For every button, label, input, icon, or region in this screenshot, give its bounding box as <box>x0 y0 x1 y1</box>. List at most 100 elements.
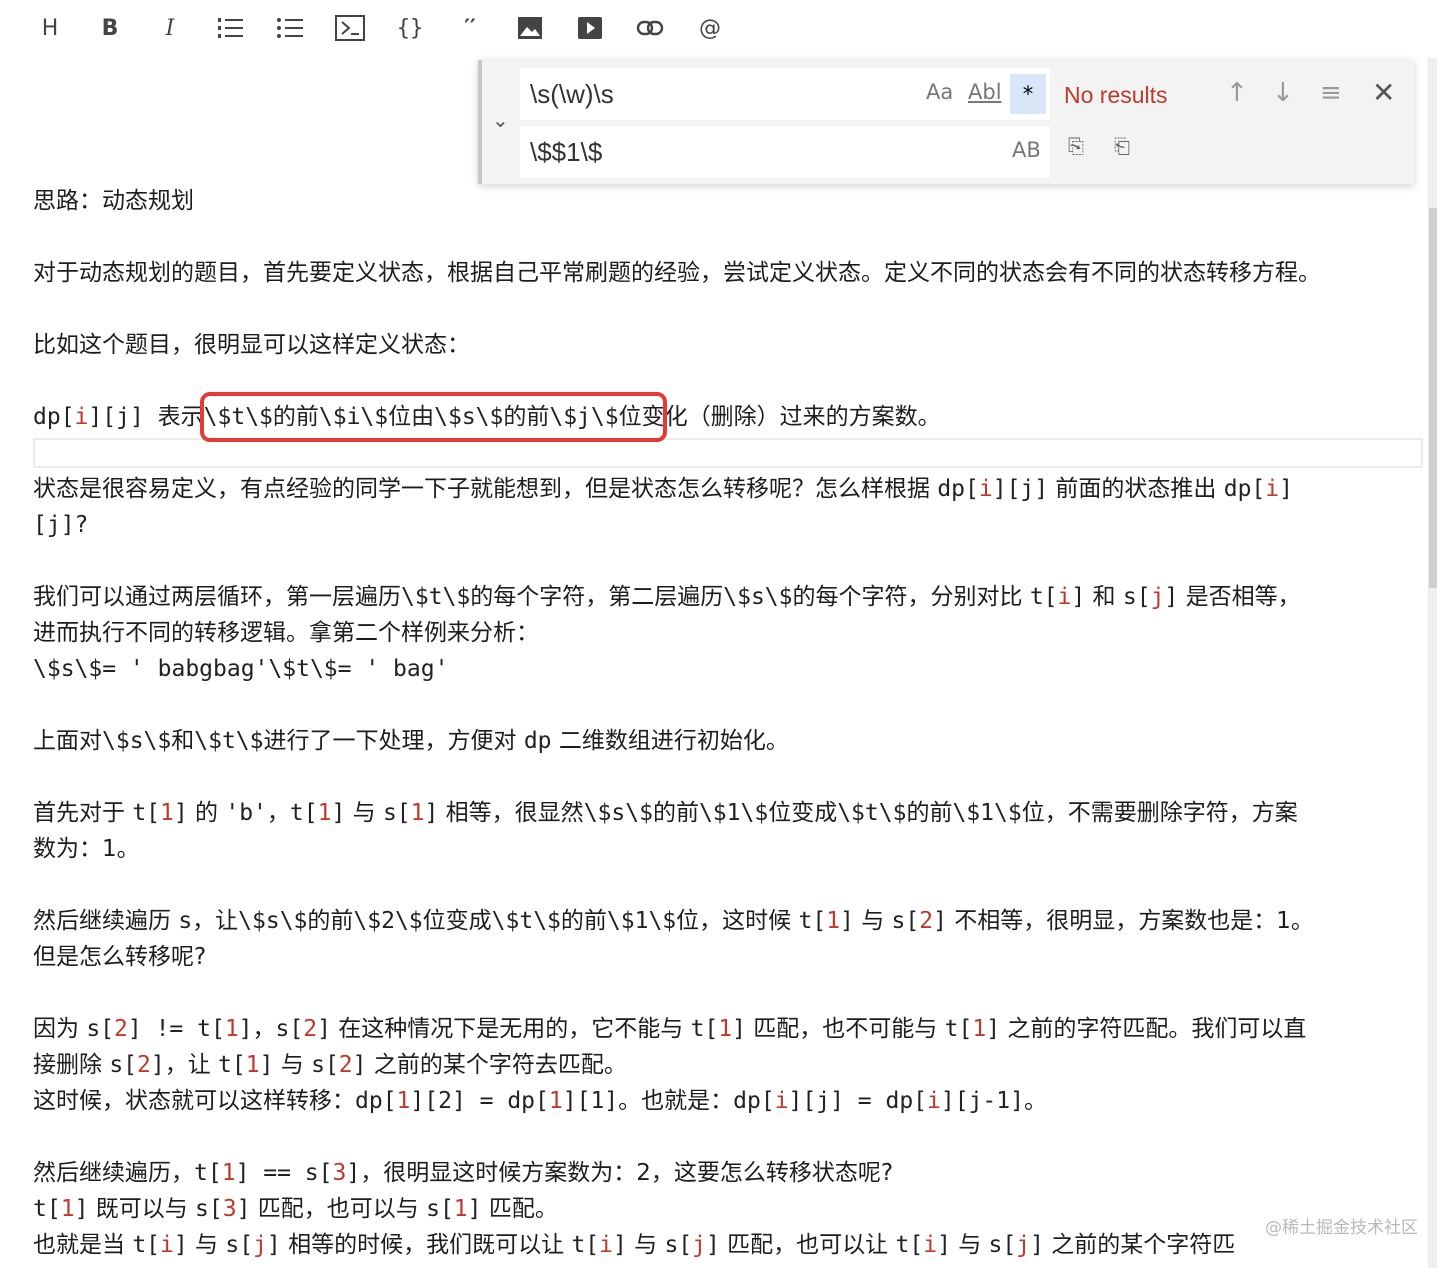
text-segment: 1 <box>718 1016 733 1042</box>
text-segment: i <box>927 1088 941 1114</box>
annotation-highlight-box <box>200 392 667 442</box>
text-segment: dp <box>523 728 552 754</box>
text-segment: 的前 <box>560 908 607 934</box>
paragraph-9-line-3: 这时候，状态就可以这样转移：dp[1][2] = dp[1][1]。也就是：dp… <box>33 1083 1047 1119</box>
text-segment: t[ <box>690 1016 719 1042</box>
close-find-button[interactable]: ✕ <box>1372 76 1395 109</box>
terminal-icon <box>335 15 365 41</box>
find-in-selection-button[interactable]: ≡ <box>1320 78 1342 108</box>
text-segment: 表示 <box>157 404 204 430</box>
text-segment: \$2\$ <box>353 908 423 934</box>
heading-button[interactable]: H <box>34 12 66 44</box>
text-segment: 与 <box>187 1232 226 1258</box>
text-segment: dp[ <box>33 404 75 430</box>
text-segment: ][2] = dp[ <box>410 1088 549 1114</box>
paragraph-5-line-2: 进而执行不同的转移逻辑。拿第二个样例来分析： <box>33 620 539 646</box>
toggle-replace-chevron-icon[interactable]: ⌄ <box>492 108 509 132</box>
text-segment: 这时候，状态就可以这样转移： <box>33 1088 355 1114</box>
text-segment: ] <box>352 1052 367 1078</box>
text-segment: ] <box>937 1232 951 1258</box>
paragraph-6: 上面对\$s\$和\$t\$进行了一下处理，方便对 dp 二维数组进行初始化。 <box>33 723 789 759</box>
regex-icon: * <box>1022 82 1034 106</box>
text-segment: 之前的某个字符匹 <box>1043 1232 1236 1258</box>
text-segment: ] <box>346 1160 361 1186</box>
inline-code-button[interactable]: {} <box>394 12 426 44</box>
text-segment: ][j] = dp[ <box>788 1088 928 1114</box>
doc-title-line: 思路：动态规划 <box>33 188 194 214</box>
replace-all-button[interactable]: ⎗ <box>1114 134 1130 158</box>
paragraph-8-line-2: 但是怎么转移呢? <box>33 944 207 970</box>
text-segment: ] <box>236 1196 251 1222</box>
replace-input[interactable]: \$$1\$ AB <box>520 126 1050 178</box>
text-segment: ] <box>424 800 439 826</box>
text-segment: 3 <box>222 1196 237 1222</box>
replace-one-button[interactable]: ⎘ <box>1068 134 1084 158</box>
paragraph-10-line-1: 然后继续遍历，t[1] == s[3]，很明显这时候方案数为：2，这要怎么转移状… <box>33 1155 893 1191</box>
whole-word-toggle[interactable]: Abl <box>968 80 1002 104</box>
text-segment: 1 <box>548 1088 563 1114</box>
text-segment: ] <box>150 1052 165 1078</box>
code-block-button[interactable] <box>334 12 366 44</box>
text-segment: ] <box>1279 476 1293 502</box>
link-button[interactable] <box>634 12 666 44</box>
text-segment: ] <box>612 1232 627 1258</box>
text-segment: t[ <box>289 800 318 826</box>
next-match-button[interactable]: ↓ <box>1272 78 1294 108</box>
text-segment: 和 <box>171 728 195 754</box>
text-segment: i <box>978 476 993 502</box>
text-segment: \$s\$ <box>583 800 653 826</box>
quote-button[interactable]: ′′ <box>454 12 486 44</box>
video-button[interactable] <box>574 12 606 44</box>
text-segment: 不相等，很明显，方案数也是：1。 <box>946 908 1314 934</box>
text-segment: s[ <box>225 1232 254 1258</box>
text-segment: 与 <box>853 908 892 934</box>
paragraph-4-line-2: [j]? <box>33 512 89 538</box>
text-segment: 的每个字符，第二层遍历 <box>470 584 724 610</box>
text-segment: 相等，很显然 <box>438 800 584 826</box>
ordered-list-button[interactable] <box>214 12 246 44</box>
unordered-list-button[interactable] <box>274 12 306 44</box>
text-segment: i <box>160 1232 174 1258</box>
text-segment: 匹配，也可以与 <box>250 1196 427 1222</box>
text-segment: ，很明显这时候方案数为：2，这要怎么转移状态呢? <box>360 1160 894 1186</box>
video-icon <box>578 17 602 39</box>
text-segment: 。 <box>1023 1088 1047 1114</box>
text-segment: ] <box>259 1052 274 1078</box>
text-segment: 的前 <box>906 800 953 826</box>
text-segment: j <box>1016 1232 1031 1258</box>
match-case-toggle[interactable]: Aa <box>926 80 953 104</box>
find-input[interactable]: \s(\w)\s Aa Abl * <box>520 68 1050 120</box>
previous-match-button[interactable]: ↑ <box>1226 78 1248 108</box>
text-segment: 是否相等， <box>1178 584 1301 610</box>
text-segment: 首先对于 <box>33 800 133 826</box>
text-segment: ] <box>986 1016 1001 1042</box>
text-segment: \$t\$ <box>837 800 907 826</box>
image-button[interactable] <box>514 12 546 44</box>
text-segment: \$s\$ <box>102 728 172 754</box>
text-segment: s[ <box>426 1196 454 1222</box>
text-segment: ] <box>331 800 346 826</box>
regex-toggle[interactable]: * <box>1010 74 1046 114</box>
paragraph-9-line-2: 接删除 s[2]，让 t[1] 与 s[2] 之前的某个字符去匹配。 <box>33 1047 627 1083</box>
italic-button[interactable]: I <box>154 12 186 44</box>
text-segment: t[ <box>33 1196 61 1222</box>
text-segment: \$s\$ <box>238 908 308 934</box>
paragraph-2: 比如这个题目，很明显可以这样定义状态： <box>33 332 470 358</box>
unordered-list-icon <box>277 18 303 38</box>
text-segment: dp[ <box>733 1088 775 1114</box>
text-segment: s[ <box>664 1232 693 1258</box>
text-segment: 相等的时候，我们既可以让 <box>280 1232 572 1258</box>
bold-button[interactable]: B <box>94 12 126 44</box>
preserve-case-toggle[interactable]: AB <box>1012 138 1041 162</box>
text-segment: 1 <box>245 1052 260 1078</box>
mention-button[interactable]: @ <box>694 12 726 44</box>
scrollbar[interactable] <box>1428 58 1437 1268</box>
paragraph-8-line-1: 然后继续遍历 s，让\$s\$的前\$2\$位变成\$t\$的前\$1\$位，这… <box>33 903 1314 939</box>
text-segment: ] <box>1030 1232 1044 1258</box>
text-segment: ， <box>252 1016 276 1042</box>
text-segment: 1 <box>972 1016 987 1042</box>
text-segment: 与 <box>950 1232 989 1258</box>
text-segment: ] <box>238 1016 253 1042</box>
text-segment: 之前的某个字符去匹配。 <box>366 1052 627 1078</box>
scrollbar-thumb[interactable] <box>1429 208 1437 588</box>
